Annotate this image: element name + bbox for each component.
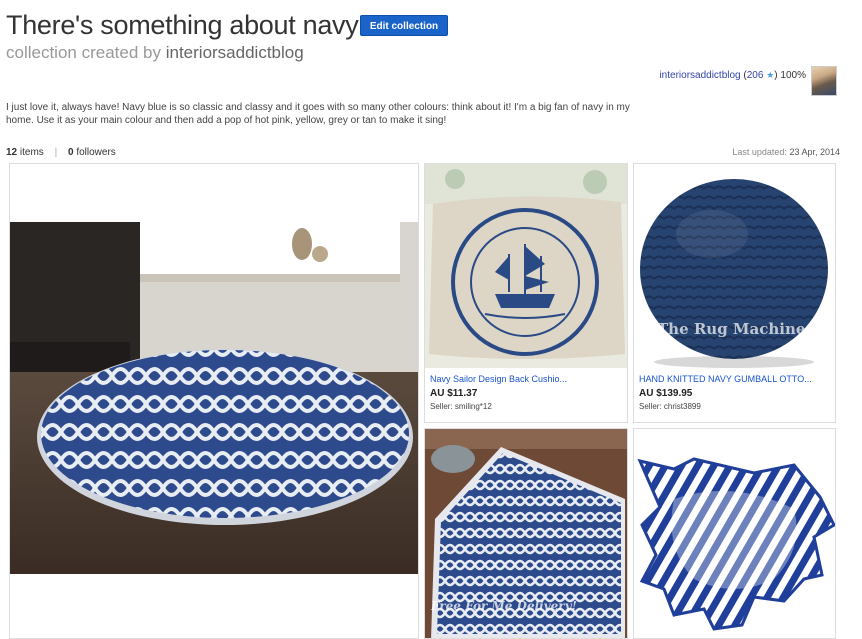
stats-separator: | [54,147,58,158]
feedback-percent: 100% [780,70,806,81]
item-card-zebra-dish[interactable] [633,428,836,639]
item-info: HAND KNITTED NAVY GUMBALL OTTO... AU $13… [639,374,812,411]
edit-collection-button[interactable]: Edit collection [360,15,448,36]
item-card-rectangle-rug[interactable]: Free For Me Delivery! [424,428,628,639]
pouf-watermark: ©The Rug Machine [642,320,805,338]
items-count: 12 [6,147,18,158]
user-info: interiorsaddictblog (206 ★) 100% [659,70,806,81]
item-card-round-rug[interactable] [9,163,419,639]
sailor-cushion-image[interactable] [425,164,627,368]
knitted-pouf-image[interactable]: ©The Rug Machine [634,164,835,368]
item-card-sailor-cushion[interactable]: Navy Sailor Design Back Cushio... AU $11… [424,163,628,423]
page-title: There's something about navy [6,10,359,40]
item-info: Navy Sailor Design Back Cushio... AU $11… [430,374,567,411]
last-updated-label: Last updated: [732,147,787,157]
item-price: AU $11.37 [430,388,478,399]
zebra-dish-image[interactable] [634,429,835,639]
feedback-score[interactable]: 206 [747,70,764,81]
collection-description: I just love it, always have! Navy blue i… [6,102,630,126]
last-updated: Last updated: 23 Apr, 2014 [732,147,840,157]
item-seller: Seller: christ3899 [639,402,701,411]
user-name-link[interactable]: interiorsaddictblog [659,70,740,81]
item-title-link[interactable]: Navy Sailor Design Back Cushio... [430,374,567,384]
item-seller: Seller: smiling*12 [430,402,492,411]
item-card-knitted-pouf[interactable]: ©The Rug Machine HAND KNITTED NAVY GUMBA… [633,163,836,423]
followers-label[interactable]: followers [76,147,115,158]
close-paren: ) [774,70,778,81]
round-rug-image[interactable] [10,222,418,574]
items-label[interactable]: items [20,147,44,158]
collection-stats: 12 items | 0 followers [6,147,116,158]
followers-count: 0 [67,147,74,158]
rug-watermark: Free For Me Delivery! [431,599,577,613]
item-title-link[interactable]: HAND KNITTED NAVY GUMBALL OTTO... [639,374,812,384]
item-price: AU $139.95 [639,388,693,399]
collection-subtitle: collection created by interiorsaddictblo… [6,43,304,63]
avatar[interactable] [811,66,837,96]
creator-link[interactable]: interiorsaddictblog [166,43,304,62]
last-updated-date: 23 Apr, 2014 [789,147,840,157]
subtitle-prefix: collection created by [6,43,161,62]
